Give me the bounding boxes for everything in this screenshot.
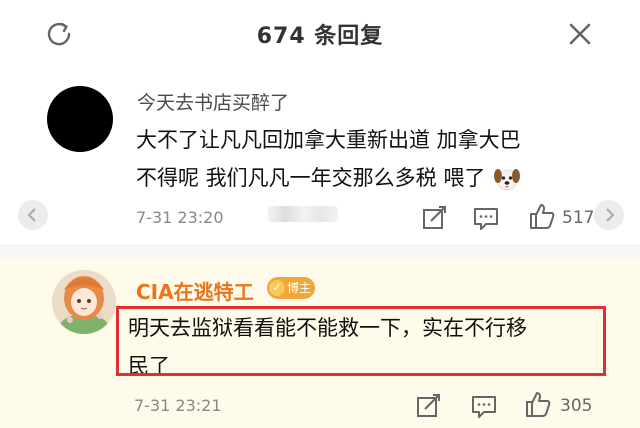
comment-text-line-with-emoji: 不得呢 我们凡凡一年交那么多税 喂了 — [136, 159, 596, 197]
blurred-location — [268, 206, 338, 222]
like-icon[interactable] — [528, 202, 556, 230]
comment-username[interactable]: CIA在逃特工 — [136, 276, 254, 305]
author-badge: ✓ 博主 — [267, 277, 316, 299]
section-divider — [0, 244, 640, 258]
page-title: 674 条回复 — [256, 24, 384, 49]
repost-icon[interactable] — [414, 392, 442, 420]
chevron-left-icon — [27, 208, 36, 222]
like-count: 305 — [560, 396, 593, 416]
comment-timestamp: 7-31 23:21 — [134, 396, 222, 415]
comment-icon[interactable] — [472, 204, 500, 232]
verified-icon: ✓ — [269, 280, 285, 296]
comment-timestamp: 7-31 23:20 — [136, 208, 224, 227]
prev-arrow-button[interactable] — [18, 200, 48, 230]
comment-text-line: 不得呢 我们凡凡一年交那么多税 喂了 — [136, 166, 486, 190]
avatar[interactable] — [47, 86, 113, 152]
close-icon[interactable] — [566, 20, 594, 48]
dog-emoji-icon — [494, 169, 521, 191]
anime-avatar-image — [52, 270, 116, 334]
like-icon[interactable] — [524, 390, 552, 418]
comment-username[interactable]: 今天去书店买醉了 — [137, 88, 289, 115]
avatar[interactable] — [52, 270, 116, 334]
header-bar: 674 条回复 — [0, 0, 640, 69]
red-highlight-box — [116, 306, 606, 376]
comment-text-line: 大不了让凡凡回加拿大重新出道 加拿大巴 — [136, 128, 521, 152]
comment-text: 大不了让凡凡回加拿大重新出道 加拿大巴 不得呢 我们凡凡一年交那么多税 喂了 — [136, 121, 596, 197]
badge-label: 博主 — [287, 281, 312, 295]
chevron-right-icon — [606, 208, 615, 222]
like-count: 517 — [562, 208, 595, 228]
comment-icon[interactable] — [470, 392, 498, 420]
next-arrow-button[interactable] — [594, 200, 624, 230]
repost-icon[interactable] — [420, 204, 448, 232]
